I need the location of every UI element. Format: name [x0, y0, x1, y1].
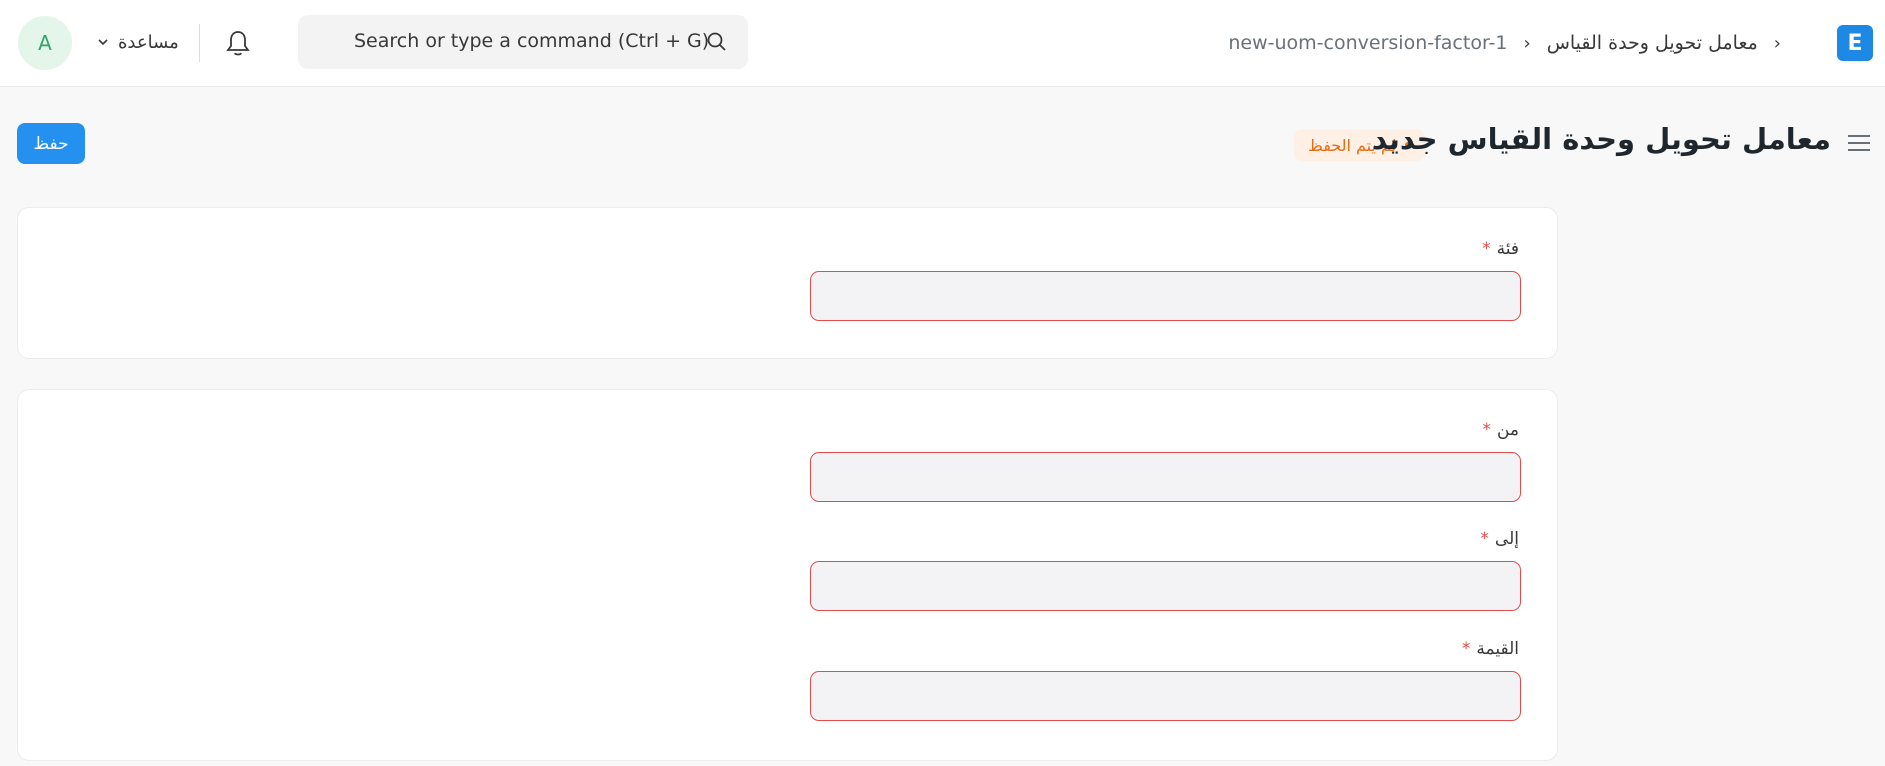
value-field[interactable] — [810, 671, 1521, 721]
to-uom-field[interactable] — [810, 561, 1521, 611]
navbar: A مساعدة Search or type a command (Ctrl … — [0, 0, 1885, 87]
search-placeholder: Search or type a command (Ctrl + G) — [354, 30, 710, 52]
breadcrumb-separator-icon: ‹ — [1773, 32, 1781, 54]
help-dropdown[interactable]: مساعدة — [96, 28, 179, 56]
save-button[interactable]: حفظ — [17, 123, 85, 164]
page-title: معامل تحويل وحدة القياس جديد — [1372, 122, 1831, 156]
sidebar-toggle-icon[interactable] — [1846, 132, 1872, 154]
notification-bell-icon[interactable] — [224, 28, 252, 58]
help-label: مساعدة — [118, 31, 179, 53]
breadcrumb: ‹ معامل تحويل وحدة القياس ‹ new-uom-conv… — [1228, 28, 1781, 58]
navbar-divider — [199, 24, 200, 62]
category-field[interactable] — [810, 271, 1521, 321]
form-section-conversion: من* إلى* القيمة* — [17, 389, 1558, 761]
breadcrumb-module[interactable]: معامل تحويل وحدة القياس — [1547, 32, 1758, 54]
chevron-down-icon — [98, 39, 108, 46]
value-label: القيمة* — [1461, 639, 1519, 659]
search-icon — [707, 32, 726, 51]
breadcrumb-separator-icon: ‹ — [1523, 32, 1531, 54]
from-uom-field[interactable] — [810, 452, 1521, 502]
breadcrumb-doc: new-uom-conversion-factor-1 — [1228, 32, 1508, 54]
form-section-category: فئة* — [17, 207, 1558, 359]
category-label: فئة* — [1482, 239, 1519, 259]
search-bar[interactable]: Search or type a command (Ctrl + G) — [298, 15, 748, 69]
from-label: من* — [1482, 420, 1519, 440]
to-label: إلى* — [1480, 529, 1519, 549]
avatar[interactable]: A — [18, 16, 72, 70]
app-logo[interactable]: E — [1837, 25, 1873, 61]
